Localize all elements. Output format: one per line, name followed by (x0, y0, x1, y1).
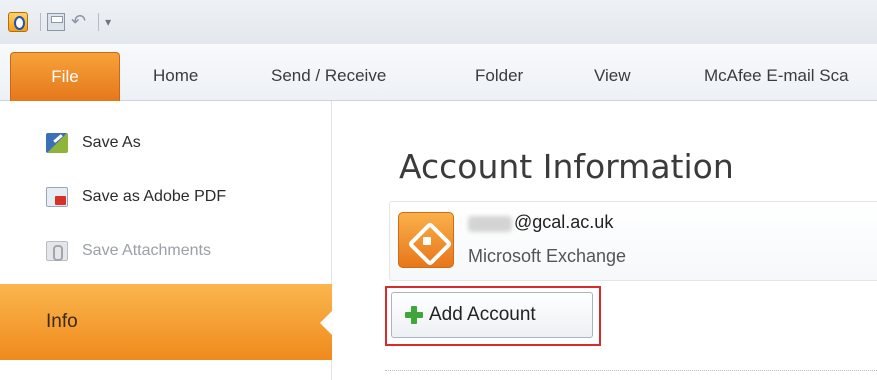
backstage-sidebar: Save As Save as Adobe PDF Save Attachmen… (0, 101, 333, 380)
sidebar-item-info[interactable]: Info (0, 284, 333, 360)
account-email: @gcal.ac.uk (514, 212, 614, 232)
undo-icon[interactable]: ↶ (71, 13, 86, 31)
add-account-label: Add Account (429, 304, 536, 325)
account-type: Microsoft Exchange (468, 246, 627, 266)
sidebar-item-save-as[interactable]: Save As (46, 129, 141, 157)
page-title: Account Information (399, 147, 734, 186)
save-icon[interactable] (47, 13, 65, 31)
tab-file[interactable]: File (10, 52, 120, 101)
tab-mcafee[interactable]: McAfee E-mail Sca (704, 52, 849, 100)
tab-view[interactable]: View (594, 52, 631, 100)
add-account-button[interactable]: Add Account (391, 292, 593, 338)
sidebar-item-label: Save as Adobe PDF (82, 188, 227, 205)
tab-home[interactable]: Home (153, 52, 198, 100)
save-as-icon (46, 133, 68, 153)
pdf-icon (46, 187, 68, 207)
sidebar-item-save-as-pdf[interactable]: Save as Adobe PDF (46, 183, 226, 211)
toolbar-separator (98, 13, 100, 31)
section-divider (385, 370, 877, 371)
customize-toolbar-dropdown[interactable]: ▾ (105, 15, 111, 29)
ribbon-tabs: File Home Send / Receive Folder View McA… (0, 44, 877, 101)
tab-send-receive[interactable]: Send / Receive (271, 52, 386, 100)
sidebar-item-label: Save As (82, 134, 141, 151)
sidebar-item-save-attachments: Save Attachments (46, 237, 211, 265)
chevron-down-icon: ▾ (105, 15, 112, 29)
exchange-icon (398, 212, 454, 268)
sidebar-item-label: Save Attachments (82, 242, 211, 259)
tab-folder[interactable]: Folder (475, 52, 523, 100)
toolbar-separator (40, 13, 41, 31)
redacted-username (468, 216, 512, 232)
attachment-icon (46, 241, 68, 261)
outlook-icon[interactable] (8, 12, 28, 32)
plus-icon (405, 306, 423, 324)
account-selector[interactable]: @gcal.ac.uk Microsoft Exchange (389, 201, 877, 281)
active-indicator (320, 310, 333, 336)
account-information-panel: Account Information @gcal.ac.uk Microsof… (333, 101, 877, 380)
sidebar-item-label: Info (46, 311, 78, 332)
quick-access-toolbar: ↶ ▾ (0, 0, 877, 44)
